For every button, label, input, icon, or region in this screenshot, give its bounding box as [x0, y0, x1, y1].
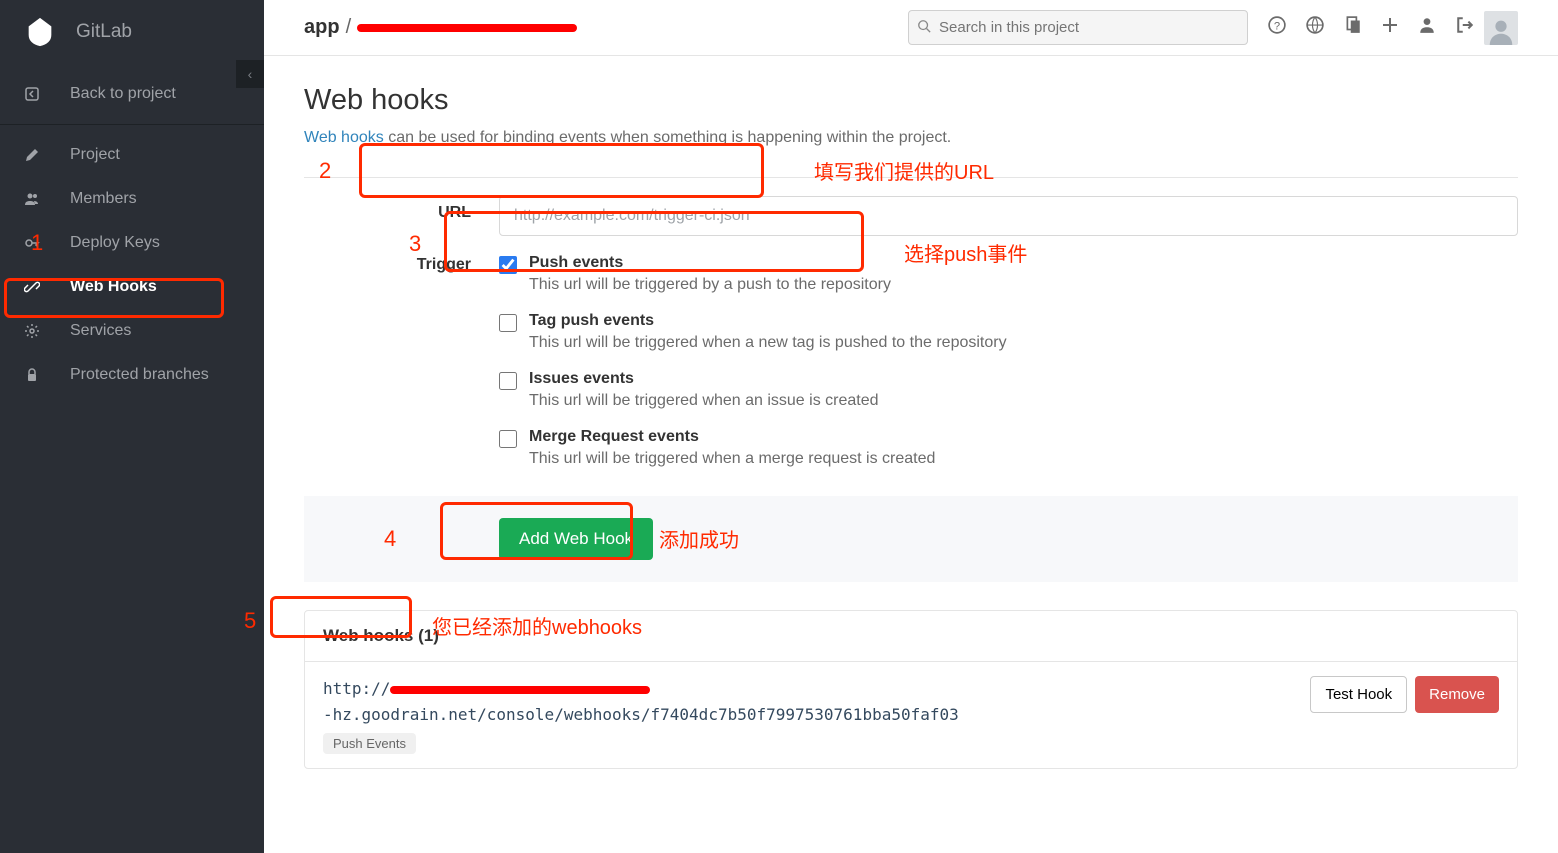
gear-icon	[22, 323, 42, 339]
avatar[interactable]	[1484, 11, 1518, 45]
url-label: URL	[304, 196, 499, 236]
pencil-icon	[22, 147, 42, 163]
trigger-title: Issues events	[529, 370, 1518, 388]
nav-divider	[0, 124, 264, 125]
button-row: Add Web Hook	[304, 496, 1518, 582]
search-input[interactable]	[908, 10, 1248, 45]
svg-text:?: ?	[1274, 21, 1280, 33]
search-wrap	[908, 10, 1248, 45]
sidebar: GitLab ‹ Back to project Project Members…	[0, 0, 264, 853]
nav-label: Back to project	[70, 85, 176, 103]
key-icon	[22, 235, 42, 251]
hook-row: http:// -hz.goodrain.net/console/webhooks…	[305, 662, 1517, 768]
link-icon	[22, 279, 42, 295]
logout-icon[interactable]	[1456, 16, 1474, 39]
page-title: Web hooks	[304, 84, 1518, 117]
trigger-merge-checkbox[interactable]	[499, 430, 517, 448]
breadcrumb-project-redacted	[357, 24, 577, 32]
test-hook-button[interactable]: Test Hook	[1310, 676, 1407, 713]
page-desc-text: can be used for binding events when some…	[384, 129, 951, 146]
hook-url-prefix: http://	[323, 679, 390, 698]
back-icon	[22, 86, 42, 102]
sidebar-header: GitLab	[0, 0, 264, 64]
trigger-desc: This url will be triggered when a new ta…	[529, 334, 1518, 352]
help-icon[interactable]: ?	[1268, 16, 1286, 39]
nav-label: Project	[70, 146, 120, 164]
trigger-tag-push-checkbox[interactable]	[499, 314, 517, 332]
trigger-desc: This url will be triggered by a push to …	[529, 276, 1518, 294]
nav-members[interactable]: Members	[0, 177, 264, 221]
add-web-hook-button[interactable]: Add Web Hook	[499, 518, 653, 560]
trigger-title: Push events	[529, 254, 1518, 272]
copy-icon[interactable]	[1344, 16, 1362, 39]
trigger-merge: Merge Request events This url will be tr…	[499, 428, 1518, 468]
trigger-label: Trigger	[304, 254, 499, 478]
breadcrumb-sep: /	[346, 16, 352, 39]
search-icon	[917, 19, 931, 36]
nav-deploy-keys[interactable]: Deploy Keys 1	[0, 221, 264, 265]
remove-hook-button[interactable]: Remove	[1415, 676, 1499, 713]
lock-icon	[22, 367, 42, 383]
breadcrumb: app /	[304, 16, 577, 39]
sidebar-collapse-button[interactable]: ‹	[236, 60, 264, 88]
trigger-issues-checkbox[interactable]	[499, 372, 517, 390]
nav-label: Members	[70, 190, 137, 208]
gitlab-logo-icon	[20, 12, 60, 52]
hook-url-suffix: -hz.goodrain.net/console/webhooks/f7404d…	[323, 705, 959, 724]
url-input[interactable]	[499, 196, 1518, 236]
form-row-url: URL	[304, 178, 1518, 254]
form-row-trigger: Trigger Push events This url will be tri…	[304, 254, 1518, 496]
nav-label: Web Hooks	[70, 278, 157, 296]
nav-project[interactable]: Project	[0, 133, 264, 177]
page-desc-link[interactable]: Web hooks	[304, 129, 384, 146]
trigger-push: Push events This url will be triggered b…	[499, 254, 1518, 294]
hook-badge: Push Events	[323, 733, 416, 754]
plus-icon[interactable]	[1382, 17, 1398, 38]
nav-services[interactable]: Services	[0, 309, 264, 353]
hooks-panel: Web hooks (1) http:// -hz.goodrain.net/co…	[304, 610, 1518, 769]
trigger-desc: This url will be triggered when a merge …	[529, 450, 1518, 468]
nav-back-to-project[interactable]: Back to project	[0, 72, 264, 116]
user-icon[interactable]	[1418, 16, 1436, 39]
trigger-title: Tag push events	[529, 312, 1518, 330]
breadcrumb-app[interactable]: app	[304, 16, 340, 39]
globe-icon[interactable]	[1306, 16, 1324, 39]
trigger-issues: Issues events This url will be triggered…	[499, 370, 1518, 410]
content: Web hooks Web hooks can be used for bind…	[264, 56, 1558, 797]
nav-section: Back to project Project Members Deploy K…	[0, 72, 264, 397]
nav-label: Services	[70, 322, 131, 340]
chevron-left-icon: ‹	[248, 66, 253, 82]
brand-label: GitLab	[76, 21, 132, 43]
page-desc: Web hooks can be used for binding events…	[304, 129, 1518, 147]
topbar: app / ?	[264, 0, 1558, 56]
nav-label: Protected branches	[70, 366, 209, 384]
hooks-header-title: Web hooks (1)	[323, 626, 439, 646]
hook-url-redacted	[390, 686, 650, 694]
nav-web-hooks[interactable]: Web Hooks	[0, 265, 264, 309]
trigger-title: Merge Request events	[529, 428, 1518, 446]
hooks-header: Web hooks (1)	[305, 611, 1517, 662]
users-icon	[22, 191, 42, 207]
trigger-tag-push: Tag push events This url will be trigger…	[499, 312, 1518, 352]
nav-label: Deploy Keys	[70, 234, 160, 252]
trigger-push-checkbox[interactable]	[499, 256, 517, 274]
main: app / ? Web hooks Web hooks can be used …	[264, 0, 1558, 853]
trigger-desc: This url will be triggered when an issue…	[529, 392, 1518, 410]
form-panel: URL Trigger Push events This url will be…	[304, 177, 1518, 582]
topbar-icons: ?	[1268, 16, 1474, 39]
hook-url: http:// -hz.goodrain.net/console/webhooks…	[323, 676, 1310, 727]
nav-protected-branches[interactable]: Protected branches	[0, 353, 264, 397]
